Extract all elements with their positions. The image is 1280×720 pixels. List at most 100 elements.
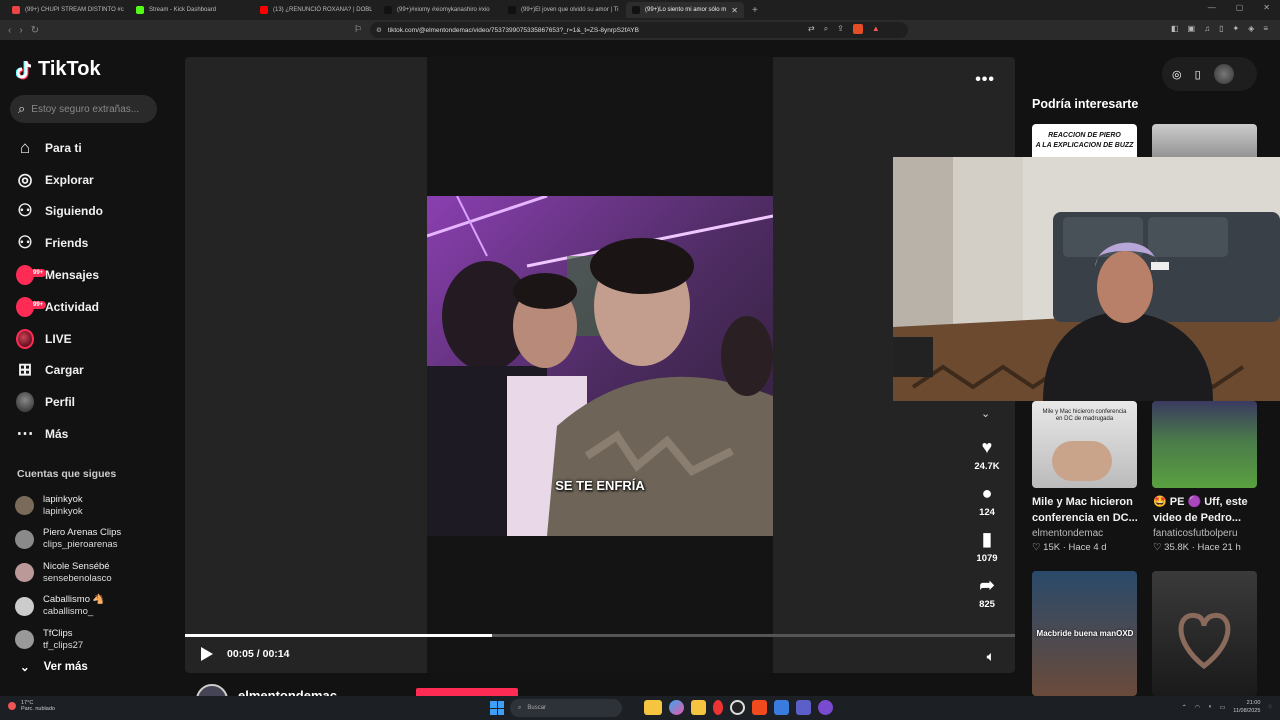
tiktok-logo[interactable]: TikTok [16, 58, 101, 81]
translate-icon[interactable]: ⇄ [808, 24, 815, 34]
app-brave-icon[interactable] [752, 700, 767, 715]
followed-account[interactable]: TfClips tf_clips27 [15, 623, 121, 657]
comment-button[interactable]: ● 124 [963, 483, 1011, 518]
tab-favicon-icon [260, 6, 268, 14]
nav-item-friends[interactable]: ⚇ Friends [0, 227, 178, 259]
nav-item-explorar[interactable]: ◎ Explorar [0, 164, 178, 196]
nav-item-mensajes[interactable]: 99+ Mensajes [0, 259, 178, 291]
tab-favicon-icon [384, 6, 392, 14]
play-icon[interactable] [201, 647, 213, 661]
video-progress-bar[interactable] [185, 634, 1015, 637]
maximize-icon[interactable]: ▢ [1236, 3, 1244, 12]
rec-card-title-3[interactable]: Mile y Mac hicieron conferencia en DC... [1032, 494, 1142, 526]
like-count: 24.7K [974, 461, 1000, 472]
site-info-icon[interactable]: ⚙ [376, 26, 382, 34]
account-avatar [15, 630, 34, 650]
user-avatar[interactable] [1213, 64, 1234, 84]
notification-icon[interactable]: ◌ [1268, 704, 1272, 710]
media-icon[interactable]: ♫ [1204, 24, 1210, 33]
share-button[interactable]: ➦ 825 [963, 575, 1011, 610]
vpn-icon[interactable]: ◈ [1248, 24, 1254, 33]
follow-button[interactable] [416, 688, 518, 696]
tab-close-icon[interactable]: ✕ [731, 6, 738, 15]
tray-volume-icon[interactable]: ◖ [1208, 704, 1212, 710]
rec-card-thumb-5[interactable]: Macbride buena manOXD [1032, 571, 1137, 696]
sidebar-toggle-icon[interactable]: ◧ [1171, 24, 1179, 33]
rec-card-thumb-4[interactable] [1152, 401, 1257, 488]
followed-account[interactable]: Nicole Sensébé sensebenolasco [15, 556, 121, 590]
browser-tab[interactable]: (99+)#xiomy #xiomykanashiro #xio [378, 2, 496, 18]
nav-item-para-ti[interactable]: ⌂ Para ti [0, 132, 178, 164]
url-action-icons: ⇄ ⌕ ⇪ ▲ [808, 24, 880, 34]
following-heading: Cuentas que sigues [17, 468, 117, 480]
close-window-icon[interactable]: ✕ [1263, 3, 1270, 12]
rec-card-author-4[interactable]: fanaticosfutbolperu [1153, 528, 1238, 539]
rec-card-thumb-3[interactable]: Mile y Mac hicieron conferencia en DC de… [1032, 401, 1137, 488]
video-frame[interactable]: SE TE ENFRÍA [427, 196, 773, 536]
device-icon[interactable]: ▯ [1195, 68, 1201, 81]
nav-item-label: Para ti [45, 140, 82, 155]
nav-item-live[interactable]: LIVE [0, 323, 178, 355]
puzzle-icon[interactable]: ✦ [1232, 24, 1239, 33]
reload-icon[interactable]: ↻ [31, 25, 39, 36]
app-discord-icon[interactable] [818, 700, 833, 715]
followed-account[interactable]: lapinkyok lapinkyok [15, 489, 121, 523]
zoom-icon[interactable]: ⌕ [824, 24, 828, 34]
back-icon[interactable]: ‹ [8, 25, 11, 36]
menu-icon[interactable]: ≡ [1263, 24, 1268, 33]
followed-account[interactable]: Caballismo 🐴 caballismo_ [15, 590, 121, 624]
video-subtitle: SE TE ENFRÍA [555, 478, 645, 493]
taskbar-search[interactable]: ⌕ Buscar [510, 699, 622, 717]
rec-card-thumb-6[interactable] [1152, 571, 1257, 696]
app-obs-icon[interactable] [730, 700, 745, 715]
forward-icon[interactable]: › [19, 25, 22, 36]
bookmark-icon[interactable]: ⚐ [354, 24, 362, 35]
nav-item-cargar[interactable]: ⊞ Cargar [0, 355, 178, 387]
tray-battery-icon[interactable]: ▭ [1220, 704, 1226, 711]
app-teams-icon[interactable] [796, 700, 811, 715]
volume-icon[interactable]: 🔈︎ [987, 648, 995, 665]
minimize-icon[interactable]: — [1208, 3, 1216, 12]
brave-shield-icon[interactable] [852, 24, 863, 34]
see-more-button[interactable]: ⌄ Ver más [20, 660, 88, 674]
like-button[interactable]: ♥ 24.7K [963, 437, 1011, 472]
weather-widget[interactable]: 17°C Parc. nublado [8, 700, 55, 712]
app-files-icon[interactable] [691, 700, 706, 715]
app-folder-icon[interactable] [644, 700, 662, 715]
taskbar-clock[interactable]: 21:00 11/08/2025 [1233, 699, 1260, 715]
browser-tab[interactable]: (99+)El joven que olvidó su amor | Ti [502, 2, 620, 18]
nav-item-actividad[interactable]: 99+ Actividad [0, 291, 178, 323]
rec-card-author-3[interactable]: elmentondemac [1032, 528, 1103, 539]
wallet-icon[interactable]: ▣ [1188, 24, 1196, 33]
windows-start-icon[interactable] [490, 701, 504, 715]
rewards-icon[interactable]: ▲ [872, 24, 880, 34]
browser-tab[interactable]: (13) ¿RENUNCIÓ ROXANA? | DOBLE [254, 2, 372, 18]
tray-wifi-icon[interactable]: ◠ [1195, 704, 1200, 711]
more-options-icon[interactable]: ••• [975, 71, 995, 89]
nav-item-perfil[interactable]: Perfil [0, 386, 178, 418]
share-icon[interactable]: ⇪ [837, 24, 844, 34]
heart-decoration-icon [1178, 613, 1231, 670]
browser-tab[interactable]: Stream - Kick Dashboard [130, 2, 248, 18]
notification-badge: 99+ [30, 269, 47, 278]
tab-favicon-icon [632, 6, 640, 14]
tray-chevron-icon[interactable]: ⌃ [1182, 704, 1187, 711]
nav-item-más[interactable]: ⋯ Más [0, 418, 178, 450]
reader-icon[interactable]: ▯ [1219, 24, 1223, 33]
followed-account[interactable]: Piero Arenas Clips clips_pieroarenas [15, 523, 121, 557]
nav-item-siguiendo[interactable]: ⚇ Siguiendo [0, 196, 178, 228]
rec-card-title-4[interactable]: 🤩 PE 🟣 Uff, este video de Pedro... [1153, 494, 1259, 526]
rec-thumb-caption-1: REACCION DE PIERO [1048, 132, 1121, 139]
next-video-chevron-icon[interactable]: ⌄ [981, 407, 990, 420]
save-button[interactable]: ▮ 1079 [963, 529, 1011, 564]
rec-thumb-caption-2: A LA EXPLICACION DE BUZZ [1035, 142, 1134, 149]
app-copilot-icon[interactable] [669, 700, 684, 715]
app-mail-icon[interactable] [774, 700, 789, 715]
browser-tab[interactable]: (99+) CHUPI STREAM DISTINTO #cor [6, 2, 124, 18]
new-tab-button[interactable]: + [752, 5, 758, 16]
browser-tab[interactable]: (99+)Lo siento mi amor sólo m ✕ [626, 2, 744, 18]
search-input[interactable]: ⌕ Estoy seguro extrañas... [10, 95, 157, 123]
coin-icon[interactable]: ◎ [1172, 68, 1182, 81]
app-red-icon[interactable] [713, 700, 723, 715]
rec-thumb-caption-5: Macbride buena manOXD [1036, 629, 1134, 638]
